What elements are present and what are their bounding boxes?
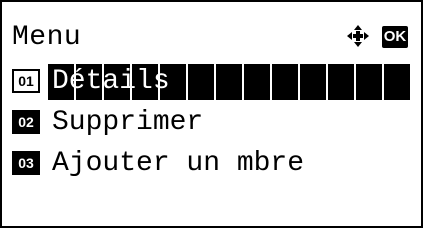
menu-header: Menu OK — [12, 18, 412, 62]
menu-item-label: Supprimer — [52, 107, 204, 138]
item-number-badge: 02 — [12, 110, 40, 134]
menu-item-details[interactable]: 01 Détails — [12, 64, 414, 100]
ok-button[interactable]: OK — [382, 26, 408, 48]
menu-item-add-member[interactable]: 03 Ajouter un mbre — [12, 146, 414, 182]
four-way-arrow-icon — [346, 24, 370, 48]
menu-list: 01 Détails 02 Supprimer 03 Ajouter un mb… — [12, 64, 414, 187]
item-number-badge: 03 — [12, 151, 40, 175]
page-title: Menu — [12, 22, 82, 53]
menu-item-delete[interactable]: 02 Supprimer — [12, 105, 414, 141]
menu-item-label: Ajouter un mbre — [52, 148, 305, 179]
menu-item-label: Détails — [52, 66, 170, 97]
device-panel-screen: Menu OK 01 Détails 02 Supprimer 03 Ajout… — [0, 0, 423, 228]
item-number-badge: 01 — [12, 69, 40, 93]
